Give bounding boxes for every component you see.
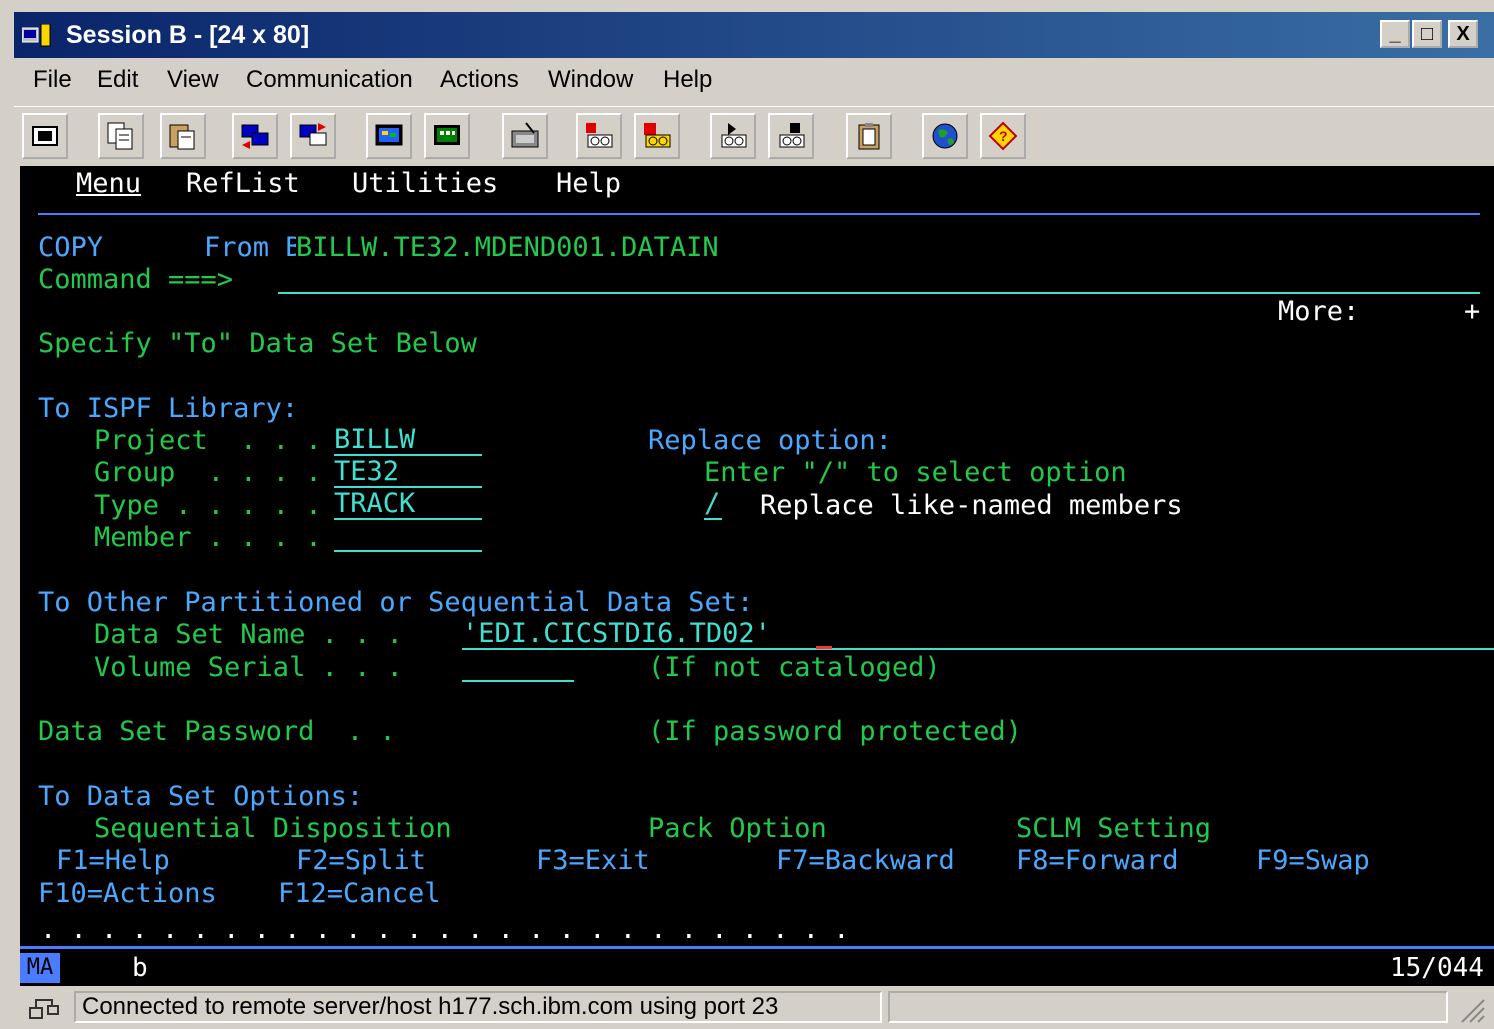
- stop-play-icon[interactable]: [768, 113, 814, 159]
- maximize-button[interactable]: □: [1412, 20, 1442, 48]
- stop-macro-icon[interactable]: [634, 113, 680, 159]
- status-bar: Connected to remote server/host h177.sch…: [14, 988, 1494, 1027]
- sclm-setting-label: SCLM Setting: [1016, 813, 1212, 844]
- menu-help[interactable]: Help: [663, 66, 712, 94]
- menu-edit[interactable]: Edit: [97, 66, 138, 94]
- type-label: Type . . . . .: [94, 490, 322, 521]
- connection-icon: [28, 994, 64, 1027]
- title-bar[interactable]: Session B - [24 x 80] _ □ X: [14, 12, 1494, 58]
- paste-icon[interactable]: [160, 113, 206, 159]
- seq-disposition-label: Sequential Disposition: [94, 813, 452, 844]
- action-help[interactable]: Help: [556, 168, 621, 200]
- more-label: More:: [1278, 296, 1360, 327]
- fkey-f8-forward[interactable]: F8=Forward: [1016, 845, 1179, 877]
- volser-label: Volume Serial . . .: [94, 652, 403, 683]
- member-label: Member . . . .: [94, 522, 322, 553]
- password-label: Data Set Password . .: [38, 716, 396, 747]
- clipboard-icon[interactable]: [846, 113, 892, 159]
- menu-bar: File Edit View Communication Actions Win…: [14, 58, 1494, 104]
- minimize-button[interactable]: _: [1380, 20, 1410, 48]
- replace-like-named-label: Replace like-named members: [760, 490, 1183, 521]
- display-icon[interactable]: [366, 113, 412, 159]
- copy-icon[interactable]: [98, 113, 144, 159]
- operator-info-area: MA b 15/044: [20, 946, 1494, 986]
- oia-session-id: b: [132, 953, 148, 983]
- replace-instruction: Enter "/" to select option: [704, 457, 1127, 488]
- project-label: Project . . .: [94, 425, 322, 456]
- window-title: Session B - [24 x 80]: [66, 21, 310, 49]
- password-note: (If password protected): [648, 716, 1022, 747]
- action-bar-separator: [38, 213, 1480, 215]
- fkey-f1-help[interactable]: F1=Help: [56, 845, 170, 877]
- status-panel-secondary: [888, 991, 1448, 1023]
- volser-field[interactable]: [462, 650, 574, 682]
- svg-text:?: ?: [999, 128, 1008, 144]
- menu-view[interactable]: View: [167, 66, 219, 94]
- panel-title: COPY: [38, 232, 104, 263]
- terminal-screen[interactable]: Menu RefList Utilities Help COPY From BI…: [20, 166, 1494, 946]
- pack-option-label: Pack Option: [648, 813, 827, 844]
- play-macro-icon[interactable]: [710, 113, 756, 159]
- record-macro-icon[interactable]: [576, 113, 622, 159]
- menu-communication[interactable]: Communication: [246, 66, 413, 94]
- toolbar: ?: [14, 106, 1494, 165]
- cursor: [816, 646, 832, 649]
- oia-mode-indicator: MA: [20, 953, 60, 983]
- menu-actions[interactable]: Actions: [440, 66, 519, 94]
- command-label: Command ===>: [38, 264, 234, 295]
- fkey-f12-cancel[interactable]: F12=Cancel: [278, 878, 441, 910]
- menu-file[interactable]: File: [33, 66, 72, 94]
- fkey-f3-exit[interactable]: F3=Exit: [536, 845, 650, 877]
- dataset-options-label: To Data Set Options:: [38, 781, 364, 812]
- fkey-f10-actions[interactable]: F10=Actions: [38, 878, 217, 910]
- group-field[interactable]: TE32: [334, 456, 482, 488]
- dsn-field[interactable]: 'EDI.CICSTDI6.TD02': [462, 618, 1494, 650]
- project-field[interactable]: BILLW: [334, 424, 482, 456]
- member-field[interactable]: [334, 520, 482, 552]
- replace-checkbox[interactable]: /: [704, 488, 722, 520]
- volser-note: (If not cataloged): [648, 652, 941, 683]
- status-message: Connected to remote server/host h177.sch…: [74, 991, 882, 1023]
- specify-heading: Specify "To" Data Set Below: [38, 328, 477, 359]
- from-dataset-name: BILLW.TE32.MDEND001.DATAIN: [296, 232, 719, 264]
- replace-option-label: Replace option:: [648, 425, 892, 456]
- other-dataset-label: To Other Partitioned or Sequential Data …: [38, 587, 754, 618]
- help-icon[interactable]: ?: [980, 113, 1026, 159]
- action-utilities[interactable]: Utilities: [352, 168, 498, 200]
- action-menu[interactable]: Menu: [76, 168, 141, 200]
- more-indicator[interactable]: +: [1464, 296, 1480, 328]
- dotted-separator: . . . . . . . . . . . . . . . . . . . . …: [40, 914, 850, 945]
- action-reflist[interactable]: RefList: [186, 168, 300, 200]
- dsn-label: Data Set Name . . .: [94, 619, 403, 650]
- fkey-f9-swap[interactable]: F9=Swap: [1256, 845, 1370, 877]
- fkey-f7-backward[interactable]: F7=Backward: [776, 845, 955, 877]
- group-label: Group . . . .: [94, 457, 322, 488]
- print-screen-icon[interactable]: [22, 113, 68, 159]
- type-field[interactable]: TRACK: [334, 488, 482, 520]
- command-input[interactable]: [278, 262, 1480, 294]
- resize-grip-icon[interactable]: [1458, 996, 1486, 1029]
- ispf-library-label: To ISPF Library:: [38, 393, 299, 424]
- send-icon[interactable]: [232, 113, 278, 159]
- fkey-f2-split[interactable]: F2=Split: [296, 845, 426, 877]
- keypad-icon[interactable]: [424, 113, 470, 159]
- menu-window[interactable]: Window: [548, 66, 633, 94]
- session-icon[interactable]: [21, 23, 54, 48]
- close-button[interactable]: X: [1448, 20, 1478, 48]
- oia-cursor-position: 15/044: [1390, 953, 1484, 983]
- globe-icon[interactable]: [922, 113, 968, 159]
- receive-icon[interactable]: [290, 113, 336, 159]
- macro-icon[interactable]: [502, 113, 548, 159]
